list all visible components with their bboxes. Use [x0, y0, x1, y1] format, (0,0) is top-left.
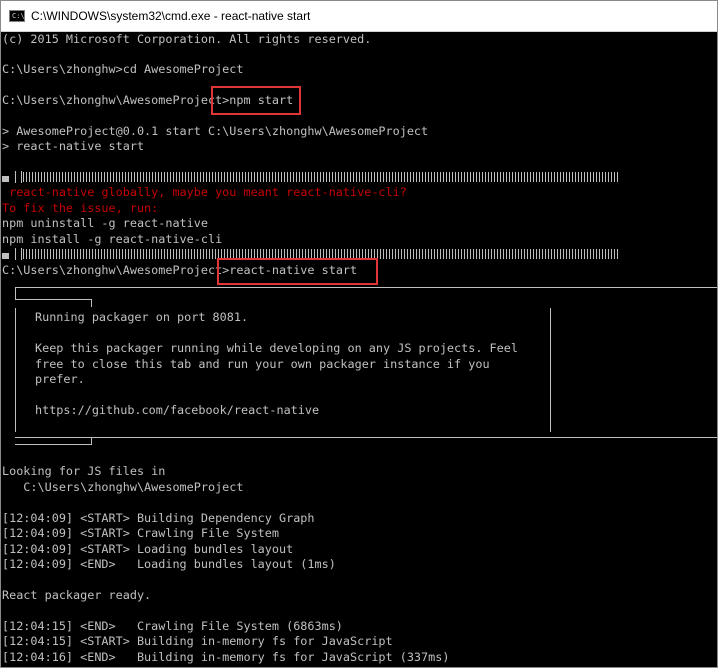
console-line: Running packager on port 8081. — [35, 310, 249, 324]
highlight-box-npm-start — [211, 86, 301, 115]
prompt: C:\Users\zhonghw\AwesomeProject> — [2, 263, 230, 277]
prompt: C:\Users\zhonghw\AwesomeProject> — [2, 93, 230, 107]
console-line: C:\Users\zhonghw>cd AwesomeProject — [2, 62, 244, 76]
console-output[interactable]: (c) 2015 Microsoft Corporation. All righ… — [1, 32, 717, 667]
console-line: npm uninstall -g react-native — [2, 216, 208, 230]
log-line: [12:04:09] <START> Loading bundles layou… — [2, 542, 294, 556]
console-line: > AwesomeProject@0.0.1 start C:\Users\zh… — [2, 124, 429, 138]
highlight-box-react-native-start — [217, 258, 378, 285]
console-line: React packager ready. — [2, 588, 152, 602]
console-line: npm install -g react-native-cli — [2, 232, 223, 246]
console-line: prefer. — [35, 372, 85, 386]
cmd-window: C:\ C:\WINDOWS\system32\cmd.exe - react-… — [0, 0, 718, 668]
console-line: Keep this packager running while develop… — [35, 341, 518, 355]
log-line: [12:04:16] <END> Building in-memory fs f… — [2, 650, 450, 664]
console-line: (c) 2015 Microsoft Corporation. All righ… — [2, 32, 372, 46]
cmd-icon: C:\ — [9, 10, 25, 22]
log-line: [12:04:15] <START> Building in-memory fs… — [2, 634, 393, 648]
log-line: [12:04:09] <START> Crawling File System — [2, 526, 279, 540]
log-line: [12:04:09] <START> Building Dependency G… — [2, 511, 315, 525]
console-line: C:\Users\zhonghw\AwesomeProject — [2, 480, 244, 494]
console-line: > react-native start — [2, 139, 145, 153]
console-line: free to close this tab and run your own … — [35, 357, 490, 371]
progress-bar — [2, 171, 622, 183]
console-line: https://github.com/facebook/react-native — [35, 403, 320, 417]
error-line: To fix the issue, run: — [2, 201, 159, 215]
error-line: react-native globally, maybe you meant r… — [2, 185, 407, 199]
title-bar[interactable]: C:\ C:\WINDOWS\system32\cmd.exe - react-… — [1, 1, 717, 32]
window-title: C:\WINDOWS\system32\cmd.exe - react-nati… — [31, 9, 311, 23]
log-line: [12:04:15] <END> Crawling File System (6… — [2, 619, 343, 633]
log-line: [12:04:09] <END> Loading bundles layout … — [2, 557, 336, 571]
console-line: Looking for JS files in — [2, 464, 166, 478]
